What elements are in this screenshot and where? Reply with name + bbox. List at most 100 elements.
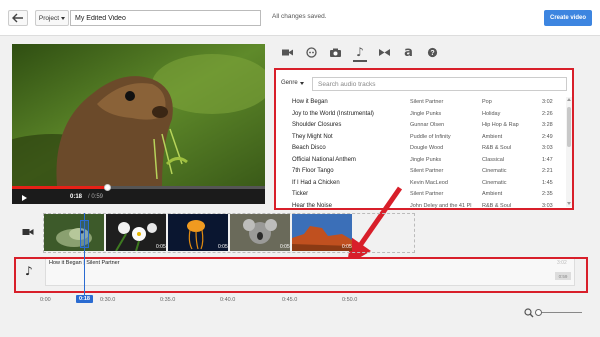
project-title-input[interactable] [70, 10, 261, 26]
track-genre: Holiday [482, 110, 501, 117]
project-menu-button[interactable]: Project [35, 10, 69, 26]
video-clip[interactable]: 0:05 [106, 214, 166, 251]
tab-audio[interactable]: ♪ [348, 43, 372, 62]
music-note-icon: ♪ [25, 264, 33, 278]
clip-thumbnail-desert: 0:05 [292, 214, 352, 251]
transitions-icon [378, 48, 390, 56]
photo-camera-icon [330, 48, 342, 57]
playhead-time[interactable]: 0:18 [76, 295, 93, 303]
audio-track-row[interactable]: Official National Anthem Jingle Punks Clas… [275, 155, 565, 167]
track-artist: Puddle of Infinity [410, 133, 451, 140]
timeline-tick: 0:30.0 [100, 297, 116, 303]
audio-library-panel: Genre Search audio tracks How it Began Si… [275, 69, 573, 209]
track-artist: Gunnar Olsen [410, 122, 445, 128]
track-artist: Dougle Wood [410, 145, 444, 151]
track-genre: Ambient [482, 133, 503, 140]
zoom-slider-handle[interactable] [535, 309, 542, 316]
zoom-control[interactable] [524, 308, 584, 318]
video-clip[interactable] [44, 214, 104, 251]
track-genre: Hip Hop & Rap [482, 122, 519, 128]
video-camera-icon [22, 229, 34, 235]
tab-creative-commons[interactable] [299, 43, 323, 61]
audio-track-row[interactable]: If I Had a Chicken Kevin MacLeod Cinematic… [275, 178, 565, 190]
video-clip[interactable]: 0:05 [292, 214, 352, 251]
track-artist: Kevin MacLeod [410, 179, 448, 186]
track-title: Shoulder Closures [292, 122, 342, 128]
audio-track-row[interactable]: Ticker Silent Partner Ambient 2:35 [275, 189, 565, 201]
video-preview[interactable]: 0:18 / 0:59 [12, 44, 265, 204]
text-icon: a [404, 44, 413, 60]
track-title: Ticker [292, 191, 309, 197]
genre-filter-button[interactable]: Genre [281, 80, 304, 86]
track-duration: 2:35 [542, 191, 553, 197]
create-video-button[interactable]: Create video [544, 10, 592, 26]
scroll-down-icon[interactable] [566, 202, 571, 205]
zoom-slider[interactable] [536, 312, 582, 313]
track-artist: Silent Partner [410, 168, 444, 174]
track-title: 7th Floor Tango [292, 168, 334, 174]
audio-search-input[interactable]: Search audio tracks [312, 77, 567, 91]
track-duration: 3:28 [542, 122, 553, 128]
audio-clip-length: 0:59 [555, 272, 571, 280]
video-frame-groundhog [12, 44, 265, 186]
svg-text:0:05: 0:05 [342, 244, 352, 250]
timeline-tick: 0:45.0 [282, 297, 298, 303]
track-duration: 1:47 [542, 156, 553, 163]
audio-track-row[interactable]: Beach Disco Dougle Wood R&B & Soul 3:03 [275, 143, 565, 155]
play-icon[interactable] [22, 195, 27, 201]
track-genre: Cinematic [482, 168, 507, 174]
video-clip[interactable]: 0:05 [168, 214, 228, 251]
track-list-scrollbar[interactable] [566, 97, 572, 207]
audio-track-row[interactable]: 7th Floor Tango Silent Partner Cinematic 2:… [275, 166, 565, 178]
timeline-tick: 0:35.0 [160, 297, 176, 303]
track-duration: 3:02 [542, 99, 553, 105]
svg-text:0:05: 0:05 [280, 244, 290, 250]
genre-label: Genre [281, 80, 298, 86]
tab-photos[interactable] [324, 43, 348, 61]
back-button[interactable] [8, 10, 28, 26]
music-note-icon: ♪ [356, 45, 364, 59]
track-title: Beach Disco [292, 145, 326, 151]
top-bar: Project All changes saved. Create video [0, 0, 600, 36]
timeline-ruler[interactable] [12, 290, 587, 320]
scroll-up-icon[interactable] [566, 98, 571, 101]
audio-track-row[interactable]: Shoulder Closures Gunnar Olsen Hip Hop & R… [275, 120, 565, 132]
track-genre: Cinematic [482, 179, 507, 186]
video-clip[interactable]: 0:05 [230, 214, 290, 251]
clip-thumbnail-koala: 0:05 [230, 214, 290, 251]
current-time: 0:18 [70, 194, 83, 200]
back-arrow-icon [12, 13, 23, 23]
total-time: / 0:59 [88, 194, 104, 200]
scrollbar-thumb[interactable] [567, 107, 571, 147]
audio-clip-end: 3:02 [557, 260, 567, 266]
audio-track-row[interactable]: Joy to the World (Instrumental) Jingle Pu… [275, 109, 565, 121]
save-status: All changes saved. [272, 13, 327, 20]
audio-track-row[interactable]: They Might Not Puddle of Infinity Ambient 2… [275, 132, 565, 144]
track-artist: Jingle Punks [410, 156, 442, 163]
timeline-tick: 0:40.0 [220, 297, 236, 303]
audio-track-row[interactable]: How it Began Silent Partner Pop 3:02 [275, 97, 565, 109]
track-genre: Classical [482, 156, 505, 163]
track-duration: 2:49 [542, 133, 553, 140]
track-artist: Silent Partner [410, 191, 444, 197]
chevron-down-icon [61, 16, 66, 20]
track-title: Joy to the World (Instrumental) [292, 110, 374, 117]
playhead-handle[interactable] [80, 220, 89, 248]
track-title: Official National Anthem [292, 156, 356, 163]
track-artist: John Deley and the 41 Pl [410, 202, 472, 209]
svg-text:?: ? [431, 50, 435, 57]
project-label: Project [38, 14, 60, 22]
clip-thumbnail-jellyfish: 0:05 [168, 214, 228, 251]
tab-help[interactable]: ? [421, 43, 445, 61]
audio-track-row[interactable]: Hear the Noise John Deley and the 41 Pl R&… [275, 201, 565, 210]
progress-bar[interactable] [12, 184, 265, 191]
timeline-tick: 0:00 [40, 297, 51, 303]
tab-video[interactable] [275, 43, 299, 61]
tab-text[interactable]: a [396, 43, 420, 61]
audio-track[interactable] [45, 258, 575, 286]
track-duration: 3:03 [542, 202, 553, 209]
track-genre: R&B & Soul [482, 202, 512, 209]
tab-transitions[interactable] [372, 43, 396, 61]
svg-text:0:05: 0:05 [156, 244, 166, 250]
track-duration: 2:21 [542, 168, 553, 174]
